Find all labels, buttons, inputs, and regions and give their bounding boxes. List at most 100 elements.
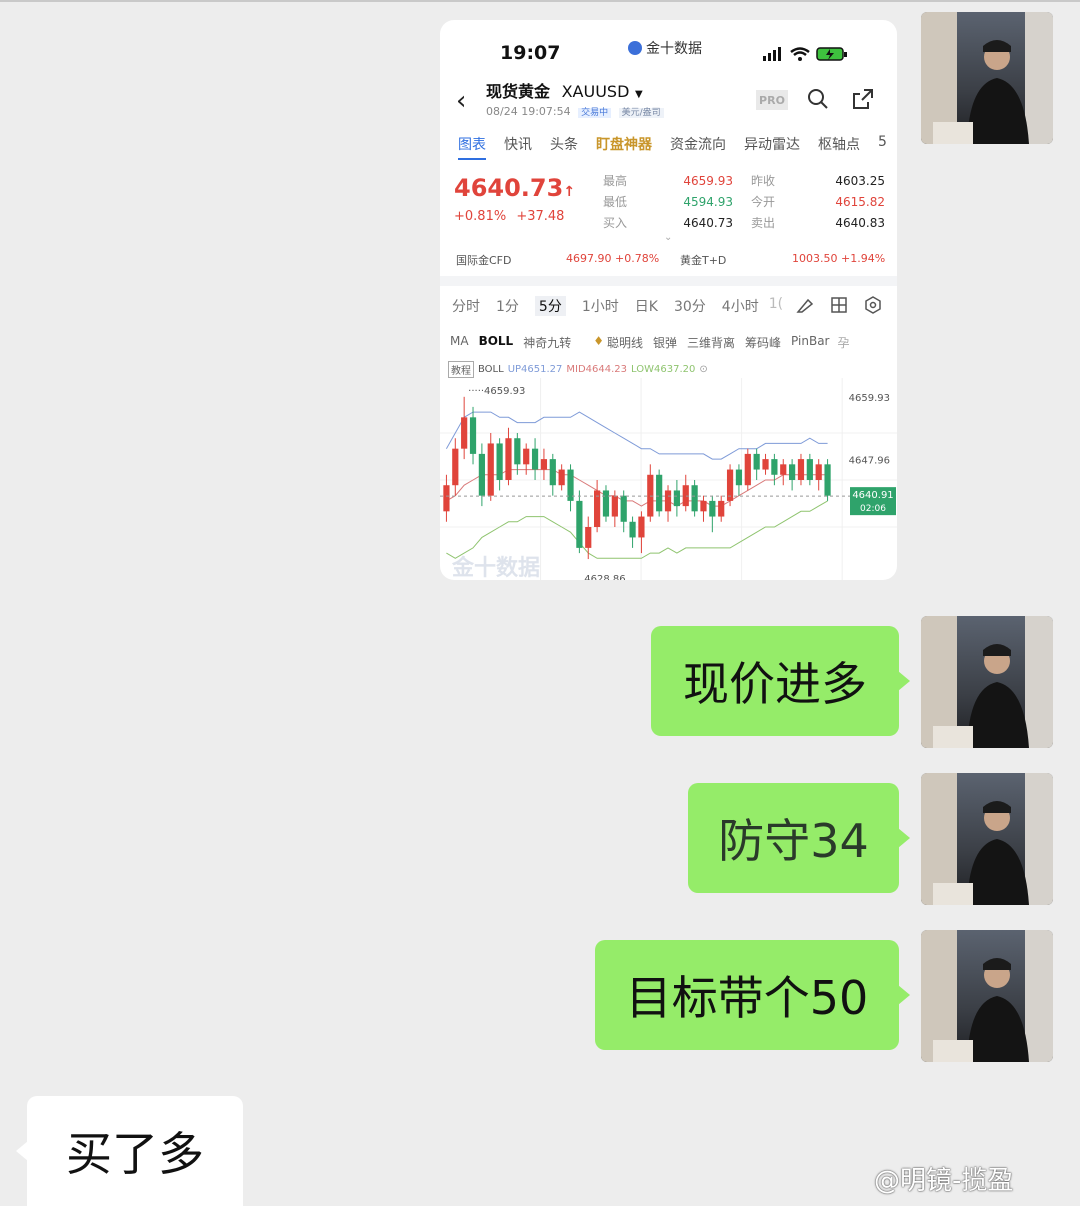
- app-logo-icon: [628, 41, 642, 55]
- indicator-divergence[interactable]: 三维背离: [687, 334, 735, 351]
- tab-pivot[interactable]: 枢轴点: [818, 134, 860, 160]
- boll-low-value: LOW4637.20: [631, 364, 696, 375]
- stats-row-high: 最高 4659.93 昨收 4603.25: [603, 170, 885, 191]
- indicator-smart-line[interactable]: 聪明线: [607, 334, 643, 351]
- candle-body: [700, 500, 707, 512]
- candle-body: [602, 490, 610, 517]
- indicator-magic-nine[interactable]: 神奇九转: [523, 334, 571, 351]
- stat-value: 4640.83: [835, 215, 885, 230]
- pro-badge[interactable]: PRO: [756, 90, 788, 110]
- stat-label: 今开: [751, 195, 776, 209]
- tab-watch-tool[interactable]: 盯盘神器: [596, 134, 652, 160]
- search-icon[interactable]: [807, 88, 829, 110]
- expand-chevron-icon[interactable]: ⌄: [664, 232, 672, 243]
- timeframe-1h[interactable]: 1小时: [582, 296, 619, 316]
- boll-mid-line: [446, 469, 828, 507]
- td-label[interactable]: 黄金T+D: [680, 252, 726, 268]
- boll-mid-value: MID4644.23: [566, 364, 628, 375]
- stat-label: 最高: [603, 174, 628, 188]
- candle-body: [496, 443, 503, 480]
- candle-body: [452, 448, 459, 486]
- timeframe-4h[interactable]: 4小时: [722, 296, 759, 316]
- candle-body: [478, 453, 485, 496]
- cfd-label[interactable]: 国际金CFD: [456, 252, 511, 268]
- indicator-chip-peak[interactable]: 筹码峰: [745, 334, 781, 351]
- chat-bubble-outgoing[interactable]: 目标带个50: [595, 940, 899, 1050]
- candle-body: [531, 448, 539, 470]
- stats-grid: 最高 4659.93 昨收 4603.25 最低 4594.93 今开 4615…: [603, 170, 885, 233]
- candle-body: [638, 516, 645, 538]
- back-icon[interactable]: ‹: [456, 86, 466, 116]
- avatar[interactable]: [921, 616, 1053, 748]
- candle-body: [762, 459, 769, 470]
- chat-bubble-outgoing[interactable]: 防守34: [688, 783, 899, 893]
- section-divider: [440, 276, 897, 286]
- indicator-silver-bullet[interactable]: 银弹: [653, 334, 677, 351]
- message-text: 目标带个50: [625, 971, 869, 1025]
- timeframe-5m[interactable]: 5分: [534, 296, 566, 316]
- avatar[interactable]: [921, 773, 1053, 905]
- boll-upper-line: [445, 411, 828, 460]
- candle-body: [514, 438, 521, 465]
- battery-charging-icon: [816, 47, 847, 61]
- timeframe-daily[interactable]: 日K: [635, 296, 658, 316]
- candle-body: [718, 500, 725, 517]
- change-percent: +0.81%: [454, 209, 507, 224]
- tab-overflow[interactable]: 5: [878, 134, 887, 160]
- tab-anomaly-radar[interactable]: 异动雷达: [744, 134, 800, 160]
- candle-body: [735, 469, 743, 486]
- candle-body: [824, 464, 831, 496]
- timeframe-intraday[interactable]: 分时: [452, 296, 480, 316]
- stats-row-low: 最低 4594.93 今开 4615.82: [603, 191, 885, 212]
- chart-watermark: 金十数据: [452, 556, 541, 580]
- candle-body: [629, 521, 636, 538]
- candle-body: [709, 500, 716, 517]
- quote-meta: 08/24 19:07:54 交易中 美元/盎司: [486, 105, 664, 118]
- trade-status-badge: 交易中: [578, 108, 612, 118]
- tab-flash-news[interactable]: 快讯: [504, 134, 532, 160]
- indicator-more[interactable]: 孕: [837, 334, 849, 351]
- chat-bubble-incoming[interactable]: 买了多: [27, 1096, 243, 1206]
- indicator-tabs: MA BOLL 神奇九转 ♦ 聪明线 银弹 三维背离 筹码峰 PinBar 孕: [450, 334, 850, 351]
- settings-icon[interactable]: [864, 296, 882, 314]
- tab-chart[interactable]: 图表: [458, 134, 486, 160]
- avatar-photo: [921, 616, 1053, 748]
- stat-label: 卖出: [751, 216, 776, 230]
- wifi-icon: [790, 47, 810, 61]
- tab-headlines[interactable]: 头条: [550, 134, 578, 160]
- timeframe-more[interactable]: 1(: [769, 296, 783, 316]
- boll-legend-title: BOLL: [478, 364, 504, 375]
- avatar[interactable]: [921, 930, 1053, 1062]
- stats-row-bid-ask: 买入 4640.73 卖出 4640.83: [603, 212, 885, 233]
- tab-fund-flow[interactable]: 资金流向: [670, 134, 726, 160]
- candle-body: [523, 448, 530, 465]
- indicator-pinbar[interactable]: PinBar: [791, 334, 829, 351]
- chat-bubble-outgoing[interactable]: 现价进多: [651, 626, 899, 736]
- draw-tool-icon[interactable]: [796, 296, 814, 314]
- dropdown-caret-icon[interactable]: ▼: [635, 89, 643, 100]
- stock-screenshot-image[interactable]: 19:07 金十数据 ‹ 现货黄金 XAUUSD ▼ 08/24 19:07:5…: [440, 20, 897, 580]
- tutorial-badge[interactable]: 教程: [448, 361, 474, 378]
- message-text: 买了多: [66, 1127, 204, 1181]
- stat-label: 昨收: [751, 174, 776, 188]
- boll-legend: 教程 BOLL UP4651.27 MID4644.23 LOW4637.20 …: [448, 361, 708, 378]
- grid-layout-icon[interactable]: [830, 296, 848, 314]
- timeframe-1m[interactable]: 1分: [496, 296, 519, 316]
- candle-body: [789, 464, 796, 480]
- low-price-label: 4628.86: [584, 574, 625, 580]
- indicator-ma[interactable]: MA: [450, 334, 469, 351]
- timeframe-30m[interactable]: 30分: [674, 296, 706, 316]
- avatar[interactable]: [921, 12, 1053, 144]
- candle-body: [585, 527, 592, 548]
- share-icon[interactable]: [852, 88, 874, 110]
- candle-body: [806, 459, 813, 480]
- bubble-tail: [898, 985, 910, 1005]
- app-source-label: 金十数据: [646, 41, 702, 57]
- info-icon[interactable]: ⊙: [699, 364, 707, 375]
- indicator-boll[interactable]: BOLL: [479, 334, 514, 351]
- high-price-label: ·····4659.93: [468, 386, 525, 397]
- last-price-value: 4640.73: [454, 174, 564, 202]
- message-text: 防守34: [718, 814, 869, 868]
- section-tabs: 图表 快讯 头条 盯盘神器 资金流向 异动雷达 枢轴点 5: [458, 134, 887, 160]
- instrument-title: 现货黄金 XAUUSD ▼: [486, 78, 643, 102]
